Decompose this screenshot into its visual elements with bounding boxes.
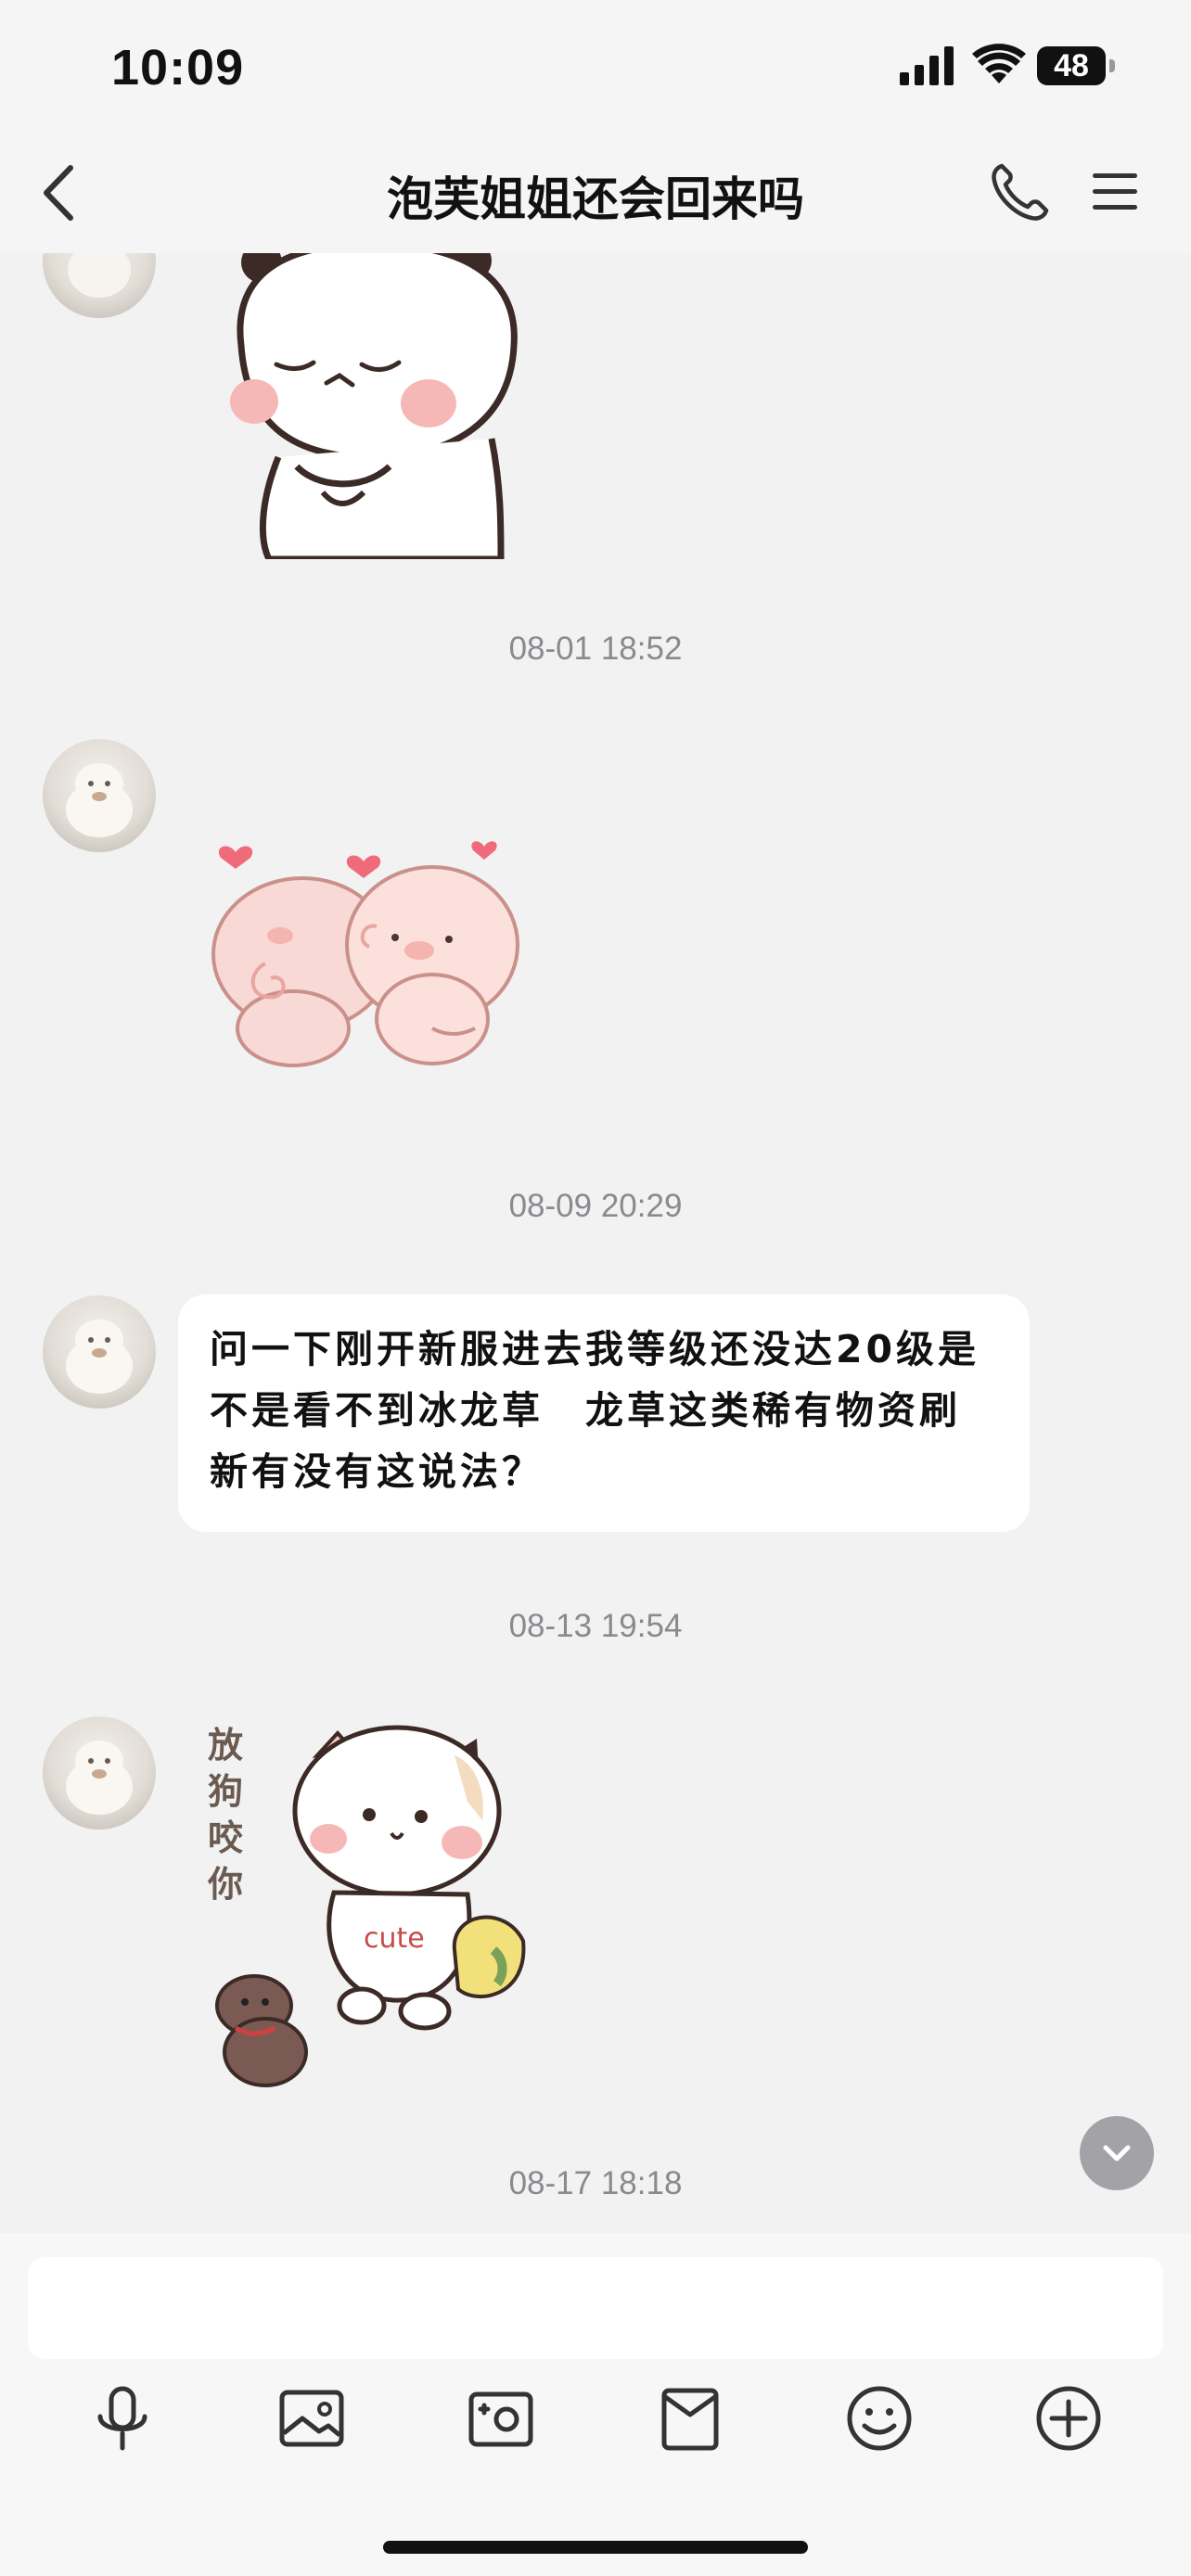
image-icon[interactable]	[275, 2381, 349, 2455]
shirt-text: cute	[364, 1922, 425, 1955]
sticker-caption: 放狗咬你	[207, 1725, 243, 1905]
avatar[interactable]	[43, 1716, 156, 1830]
pigs-hearts-sticker[interactable]	[200, 834, 544, 1075]
wifi-icon	[972, 44, 1026, 83]
emoji-icon[interactable]	[842, 2381, 916, 2455]
message-timestamp: 08-01 18:52	[508, 631, 683, 667]
message-timestamp: 08-13 19:54	[508, 1608, 683, 1644]
cellular-signal-icon	[900, 46, 954, 85]
battery-level: 48	[1037, 46, 1106, 85]
plus-icon[interactable]	[1031, 2381, 1106, 2455]
battery-icon: 48	[1037, 46, 1117, 85]
phone-icon[interactable]	[987, 160, 1052, 225]
message-input[interactable]	[28, 2257, 1163, 2359]
avatar[interactable]	[43, 253, 156, 318]
mic-icon[interactable]	[85, 2381, 160, 2455]
avatar[interactable]	[43, 739, 156, 852]
scroll-to-bottom-button[interactable]	[1080, 2116, 1154, 2190]
message-timestamp: 08-17 18:18	[508, 2165, 683, 2201]
composer-toolbar	[0, 2381, 1191, 2483]
message-list[interactable]: 08-01 18:52 08-09 20:29 问一下刚开新服进去我等级还没达2…	[0, 253, 1191, 2233]
message-bubble[interactable]: 问一下刚开新服进去我等级还没达20级是不是看不到冰龙草 龙草这类稀有物资刷新有没…	[178, 1294, 1030, 1532]
chat-header: 泡芙姐姐还会回来吗	[0, 134, 1191, 253]
camera-icon[interactable]	[464, 2381, 538, 2455]
composer	[0, 2233, 1191, 2576]
avatar[interactable]	[43, 1295, 156, 1409]
home-indicator	[383, 2541, 808, 2554]
chevron-down-icon	[1103, 2145, 1131, 2162]
status-time: 10:09	[111, 40, 245, 96]
status-bar: 10:09 48	[0, 0, 1191, 134]
message-timestamp: 08-09 20:29	[508, 1188, 683, 1224]
envelope-icon[interactable]	[653, 2381, 727, 2455]
menu-icon[interactable]	[1089, 166, 1141, 218]
cat-dog-sticker[interactable]: 放狗咬你 cute	[198, 1718, 551, 2098]
panda-sticker[interactable]	[223, 253, 529, 559]
